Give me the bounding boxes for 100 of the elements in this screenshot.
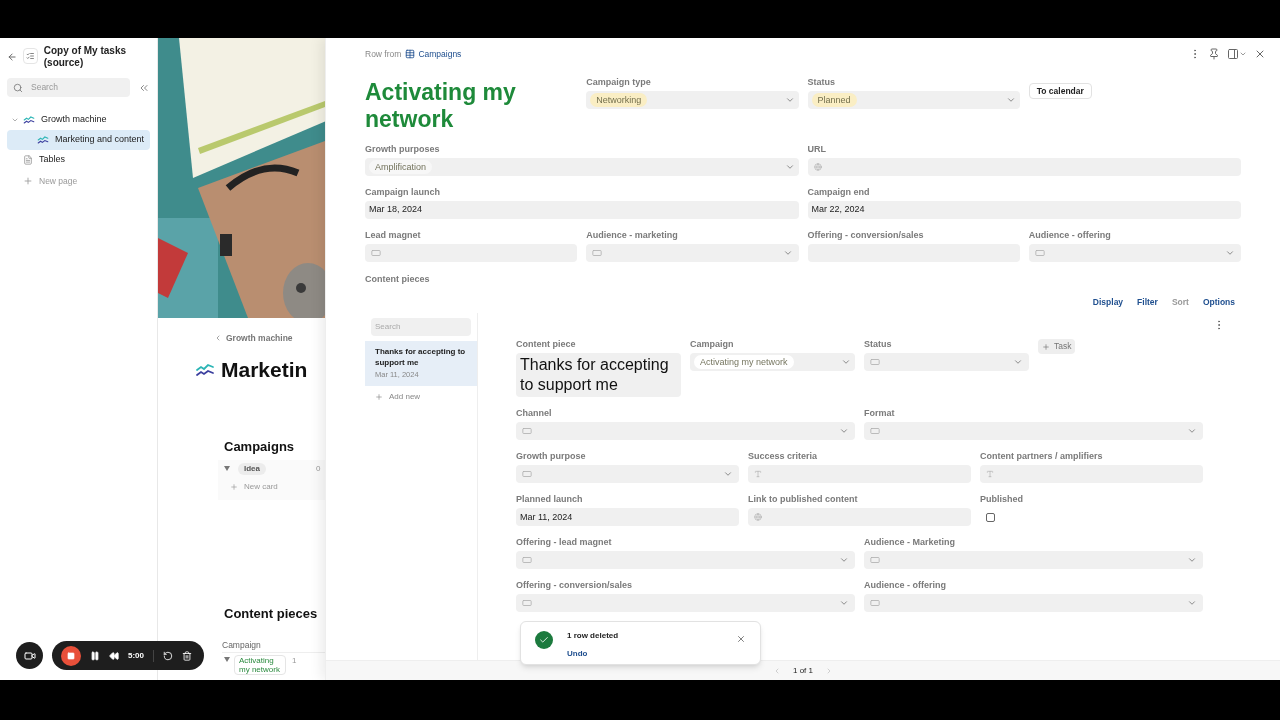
select-field[interactable]: Amplification (365, 158, 799, 176)
field-label: Content piece (516, 339, 577, 350)
select-field[interactable]: Activating my network (690, 353, 855, 372)
wave-icon (195, 361, 215, 378)
select-field[interactable] (516, 594, 855, 613)
camera-button[interactable] (16, 642, 43, 669)
relation-icon (522, 469, 532, 480)
row-source-label: Row from (365, 47, 402, 61)
chevron-down-icon (782, 248, 793, 258)
field-label: Audience - marketing (586, 230, 679, 240)
relation-icon (870, 357, 880, 368)
rewind-icon[interactable] (109, 650, 119, 661)
field-label: Format (864, 408, 896, 419)
sidebar-item[interactable]: Growth machine (7, 110, 150, 130)
wave-icon (37, 135, 49, 145)
field-label: Growth purposes (365, 144, 441, 154)
next-page-icon[interactable] (825, 666, 833, 675)
relation-icon (522, 598, 532, 609)
select-field[interactable] (1028, 244, 1241, 262)
plus-icon (1042, 342, 1050, 351)
pagination-label: 1 of 1 (793, 664, 813, 677)
field-label: URL (807, 144, 827, 154)
add-task-button[interactable]: Task (1038, 339, 1076, 355)
previous-page-icon[interactable] (773, 666, 781, 675)
select-field[interactable] (864, 551, 1203, 570)
collapse-triangle-icon (224, 657, 230, 663)
text-field[interactable] (748, 465, 971, 484)
toolbar-link[interactable]: Display (1092, 295, 1124, 309)
field-label: Content partners / amplifiers (980, 451, 1104, 462)
breadcrumb-link[interactable]: Growth machine (214, 332, 325, 345)
select-field[interactable] (516, 551, 855, 570)
close-icon[interactable] (1254, 48, 1266, 60)
group-count: 0 (316, 462, 321, 475)
pause-icon[interactable] (90, 650, 100, 661)
title-field[interactable]: Thanks for accepting to support me (516, 353, 681, 398)
globe-icon (813, 163, 822, 171)
close-icon[interactable] (736, 634, 746, 644)
plus-icon (230, 482, 238, 491)
relation-icon (522, 555, 532, 566)
field-label: Offering - conversion/sales (516, 580, 634, 591)
field-label: Published (980, 494, 1024, 505)
collapse-triangle-icon (224, 466, 230, 472)
url-field[interactable] (748, 508, 971, 527)
relation-icon (592, 248, 603, 258)
date-field[interactable]: Mar 18, 2024 (365, 201, 799, 219)
select-field[interactable] (516, 422, 855, 441)
relation-icon (870, 555, 880, 566)
toolbar-link[interactable]: Options (1202, 295, 1235, 309)
group-count: 1 (292, 655, 297, 668)
select-field[interactable] (516, 465, 739, 484)
sidebar-item[interactable]: Marketing and content (7, 130, 150, 150)
url-field[interactable] (807, 158, 1241, 176)
section-label: Content pieces (365, 273, 431, 286)
field-label: Audience - offering (1028, 230, 1112, 240)
select-field[interactable] (864, 422, 1203, 441)
trash-icon[interactable] (182, 650, 192, 661)
record-title: Activating my network (365, 78, 517, 133)
video-camera-icon (23, 649, 36, 662)
input-field[interactable] (365, 244, 578, 262)
chevron-down-icon (784, 95, 795, 105)
panel-layout-icon[interactable] (1227, 48, 1247, 60)
source-table-link[interactable]: Campaigns (405, 47, 462, 61)
chevron-down-icon (1225, 248, 1235, 258)
group-label: Activating my network (234, 655, 286, 676)
text-field[interactable] (980, 465, 1203, 484)
select-field[interactable]: Networking (586, 91, 799, 109)
tag: Amplification (369, 160, 433, 174)
stop-button[interactable] (61, 645, 81, 666)
pin-icon[interactable] (1208, 48, 1220, 60)
field-label: Status (864, 339, 893, 350)
plus-icon (375, 392, 383, 401)
checkbox[interactable] (986, 512, 995, 522)
select-field[interactable] (864, 353, 1029, 372)
undo-link[interactable]: Undo (567, 648, 736, 660)
sidebar-item[interactable]: Tables (7, 150, 150, 170)
select-field[interactable] (586, 244, 799, 262)
field-label: Campaign end (807, 187, 871, 197)
field-label: Channel (516, 408, 553, 419)
toolbar-link[interactable]: Filter (1137, 295, 1158, 309)
field-label: Status (807, 77, 836, 87)
field-label: Audience - offering (864, 580, 947, 591)
tag: Activating my network (694, 355, 794, 370)
restart-icon[interactable] (163, 650, 173, 661)
workspace-title: Copy of My tasks (source) (43, 45, 127, 69)
stop-icon (67, 651, 75, 660)
page-title: Marketin (221, 356, 308, 383)
field-label: Campaign (690, 339, 735, 350)
date-field[interactable]: Mar 22, 2024 (807, 201, 1241, 219)
field-label: Offering - lead magnet (516, 537, 613, 548)
text-icon (986, 470, 994, 479)
table-icon (405, 49, 416, 59)
select-field[interactable] (864, 594, 1203, 613)
back-icon[interactable] (7, 51, 18, 63)
relation-icon (870, 598, 880, 609)
globe-icon (754, 513, 762, 522)
to-calendar-button[interactable]: To calendar (1028, 83, 1092, 100)
relation-icon (870, 426, 880, 437)
date-field[interactable]: Mar 11, 2024 (516, 508, 739, 527)
select-field[interactable]: Planned (807, 91, 1020, 109)
add-new-link[interactable]: Add new (365, 390, 477, 403)
